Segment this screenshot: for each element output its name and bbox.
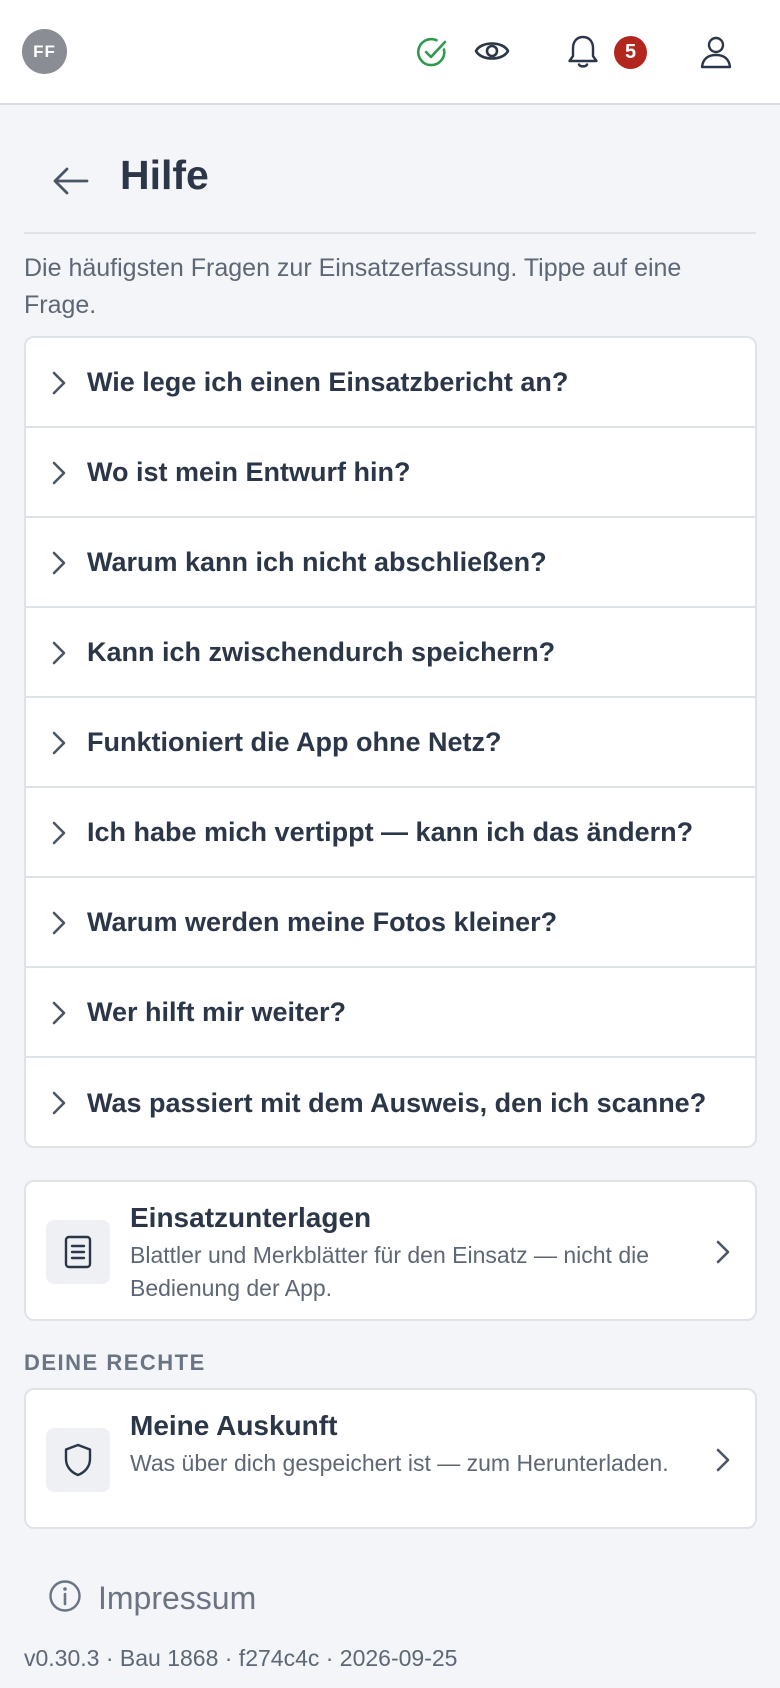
- notification-count-badge: 5: [614, 36, 647, 69]
- shield-icon: [46, 1428, 110, 1492]
- info-icon: [48, 1579, 82, 1618]
- chevron-right-icon: [712, 1238, 734, 1266]
- faq-item[interactable]: Wer hilft mir weiter?: [26, 968, 755, 1058]
- impressum-label: Impressum: [98, 1579, 257, 1616]
- faq-item[interactable]: Warum werden meine Fotos kleiner?: [26, 878, 755, 968]
- faq-question: Wo ist mein Entwurf hin?: [87, 456, 411, 487]
- faq-item[interactable]: Wo ist mein Entwurf hin?: [26, 428, 755, 518]
- faq-item[interactable]: Wie lege ich einen Einsatzbericht an?: [26, 338, 755, 428]
- data-access-description: Was über dich gespeichert ist — zum Heru…: [130, 1450, 669, 1476]
- chevron-right-icon: [48, 1090, 70, 1116]
- faq-question: Warum werden meine Fotos kleiner?: [87, 906, 558, 937]
- rights-section-label: DEINE RECHTE: [24, 1350, 206, 1375]
- chevron-right-icon: [48, 730, 70, 756]
- faq-item[interactable]: Kann ich zwischendurch speichern?: [26, 608, 755, 698]
- top-bar: FF 5: [0, 0, 780, 105]
- faq-item[interactable]: Was passiert mit dem Ausweis, den ich sc…: [26, 1058, 755, 1146]
- chevron-right-icon: [48, 370, 70, 396]
- faq-question: Warum kann ich nicht abschließen?: [87, 546, 547, 577]
- chevron-right-icon: [712, 1446, 734, 1474]
- faq-question: Funktioniert die App ohne Netz?: [87, 726, 502, 757]
- faq-question: Kann ich zwischendurch speichern?: [87, 636, 556, 667]
- faq-question: Ich habe mich vertippt — kann ich das än…: [87, 816, 694, 847]
- chevron-right-icon: [48, 550, 70, 576]
- documents-title: Einsatzunterlagen: [130, 1202, 372, 1233]
- chevron-right-icon: [48, 820, 70, 846]
- back-arrow-icon[interactable]: [46, 156, 96, 206]
- faq-list: Wie lege ich einen Einsatzbericht an? Wo …: [24, 336, 757, 1148]
- documents-description: Blattler und Merkblätter für den Einsatz…: [130, 1242, 650, 1301]
- check-circle-icon[interactable]: [413, 33, 451, 71]
- page-header: Hilfe: [24, 138, 756, 234]
- version-info: v0.30.3 · Bau 1868 · f274c4c · 2026-09-2…: [24, 1645, 458, 1671]
- chevron-right-icon: [48, 460, 70, 486]
- faq-item[interactable]: Warum kann ich nicht abschließen?: [26, 518, 755, 608]
- user-profile-icon[interactable]: [696, 32, 736, 72]
- bell-icon[interactable]: [563, 32, 603, 72]
- document-list-icon: [46, 1220, 110, 1284]
- faq-question: Wie lege ich einen Einsatzbericht an?: [87, 366, 569, 397]
- chevron-right-icon: [48, 1000, 70, 1026]
- intro-text: Die häufigsten Fragen zur Einsatzerfassu…: [24, 254, 682, 319]
- faq-question: Wer hilft mir weiter?: [87, 996, 347, 1027]
- page-title: Hilfe: [120, 152, 209, 198]
- data-access-card[interactable]: Meine Auskunft Was über dich gespeichert…: [24, 1388, 757, 1529]
- chevron-right-icon: [48, 640, 70, 666]
- documents-card[interactable]: Einsatzunterlagen Blattler und Merkblätt…: [24, 1180, 757, 1321]
- chevron-right-icon: [48, 910, 70, 936]
- eye-icon[interactable]: [472, 32, 512, 70]
- faq-item[interactable]: Funktioniert die App ohne Netz?: [26, 698, 755, 788]
- faq-question: Was passiert mit dem Ausweis, den ich sc…: [87, 1087, 707, 1118]
- data-access-title: Meine Auskunft: [130, 1410, 338, 1441]
- impressum-link[interactable]: Impressum: [48, 1573, 256, 1623]
- avatar[interactable]: FF: [22, 29, 67, 74]
- faq-item[interactable]: Ich habe mich vertippt — kann ich das än…: [26, 788, 755, 878]
